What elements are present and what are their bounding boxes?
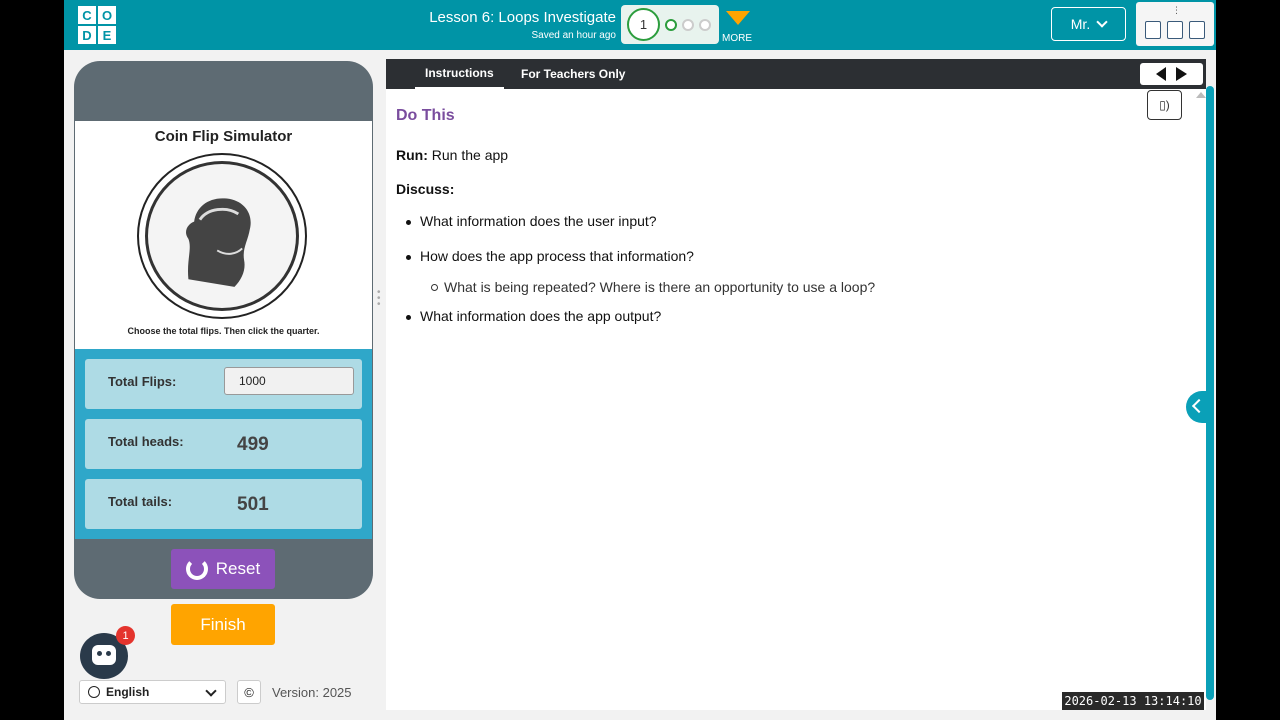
- lesson-title[interactable]: Lesson 6: Loops Investigate: [404, 9, 616, 26]
- run-line: Run: Run the app: [396, 147, 1136, 163]
- sub-list: What is being repeated? Where is there a…: [420, 279, 1136, 295]
- speaker-icon[interactable]: [1156, 67, 1166, 81]
- chevron-down-icon: [205, 685, 217, 697]
- total-flips-input[interactable]: [224, 367, 354, 395]
- more-chevron-icon[interactable]: [726, 11, 750, 25]
- level-dot[interactable]: [682, 19, 694, 31]
- kebab-menu-icon[interactable]: ⋮: [1172, 5, 1181, 16]
- total-tails-value: 501: [237, 494, 269, 515]
- app-phone-frame: Coin Flip Simulator Choose the total fli…: [74, 61, 373, 599]
- run-text: Run the app: [431, 147, 509, 163]
- total-flips-row: Total Flips:: [85, 359, 362, 409]
- level-dot[interactable]: [699, 19, 711, 31]
- total-heads-label: Total heads:: [108, 434, 184, 449]
- discuss-list: What information does the user input? Ho…: [396, 213, 1136, 324]
- run-label: Run:: [396, 147, 428, 163]
- panel-resize-handle[interactable]: • • •: [377, 288, 383, 310]
- level-dot[interactable]: [665, 19, 677, 31]
- immersive-reader-button[interactable]: ▯): [1147, 90, 1182, 120]
- list-item: What information does the app output?: [396, 308, 1136, 324]
- instructions-body: Do This Run: Run the app Discuss: What i…: [396, 107, 1136, 343]
- bullet-text: How does the app process that informatio…: [420, 248, 694, 264]
- timestamp-overlay: 2026-02-13 13:14:10: [1062, 692, 1204, 710]
- total-heads-row: Total heads: 499: [85, 419, 362, 469]
- globe-icon: [88, 686, 100, 698]
- level-progress: 1: [621, 5, 719, 44]
- list-item: What is being repeated? Where is there a…: [420, 279, 1136, 295]
- instructions-panel: Instructions For Teachers Only ▯) Do Thi…: [386, 59, 1206, 710]
- quarter-coin-image: [145, 161, 299, 311]
- language-select[interactable]: English: [79, 680, 226, 704]
- notification-badge: 1: [116, 626, 135, 645]
- version-label: Version: 2025: [272, 685, 352, 700]
- saved-status: Saved an hour ago: [531, 30, 616, 41]
- tab-for-teachers[interactable]: For Teachers Only: [521, 59, 625, 89]
- discuss-line: Discuss:: [396, 181, 1136, 197]
- user-menu-button[interactable]: Mr.: [1051, 7, 1126, 41]
- discuss-label: Discuss:: [396, 181, 455, 197]
- finish-button[interactable]: Finish: [171, 604, 275, 645]
- total-tails-label: Total tails:: [108, 494, 173, 509]
- logo-letter: C: [78, 6, 96, 24]
- user-name: Mr.: [1070, 16, 1091, 32]
- logo-letter: O: [98, 6, 116, 24]
- washington-profile-icon: [186, 198, 251, 287]
- play-icon[interactable]: [1176, 67, 1187, 81]
- app-screen: Coin Flip Simulator Choose the total fli…: [75, 121, 372, 539]
- right-edge-strip: [1206, 86, 1214, 700]
- more-label[interactable]: MORE: [722, 33, 752, 44]
- app-title: Coin Flip Simulator: [154, 128, 293, 145]
- language-label: English: [106, 685, 150, 699]
- page: C O D E Lesson 6: Loops Investigate Save…: [64, 0, 1216, 720]
- app-instruction: Choose the total flips. Then click the q…: [127, 326, 320, 336]
- robot-icon: [92, 645, 116, 665]
- next-student-icon[interactable]: [1189, 21, 1205, 39]
- previous-student-icon[interactable]: [1167, 21, 1183, 39]
- logo-letter: D: [78, 26, 96, 44]
- teacher-tools: ⋮: [1136, 2, 1214, 46]
- stats-panel: Total Flips: Total heads: 499 Total tail…: [75, 349, 372, 539]
- total-tails-row: Total tails: 501: [85, 479, 362, 529]
- do-this-heading: Do This: [396, 107, 455, 124]
- reset-icon: [185, 558, 208, 580]
- reset-button[interactable]: Reset: [171, 549, 275, 589]
- chevron-down-icon: [1096, 16, 1108, 28]
- copyright-button[interactable]: ©: [237, 680, 261, 704]
- list-item: What information does the user input?: [396, 213, 1136, 229]
- bullet-text: What information does the user input?: [420, 213, 657, 229]
- immersive-reader-icon: ▯): [1159, 98, 1170, 112]
- bullet-text: What information does the app output?: [420, 308, 662, 324]
- collapse-icon[interactable]: [1196, 92, 1206, 98]
- text-to-speech-controls: [1140, 63, 1203, 85]
- header-bar: C O D E Lesson 6: Loops Investigate Save…: [64, 0, 1216, 50]
- code-logo[interactable]: C O D E: [78, 6, 116, 44]
- tab-instructions[interactable]: Instructions: [415, 59, 504, 89]
- reset-label: Reset: [215, 559, 261, 578]
- list-item: How does the app process that informatio…: [396, 248, 1136, 295]
- quarter-coin-button[interactable]: [137, 153, 307, 319]
- total-flips-label: Total Flips:: [108, 374, 177, 389]
- level-bubble-current[interactable]: 1: [627, 8, 660, 41]
- total-heads-value: 499: [237, 434, 269, 455]
- logo-letter: E: [98, 26, 116, 44]
- view-as-icon[interactable]: [1145, 21, 1161, 39]
- instructions-tab-bar: Instructions For Teachers Only: [386, 59, 1206, 89]
